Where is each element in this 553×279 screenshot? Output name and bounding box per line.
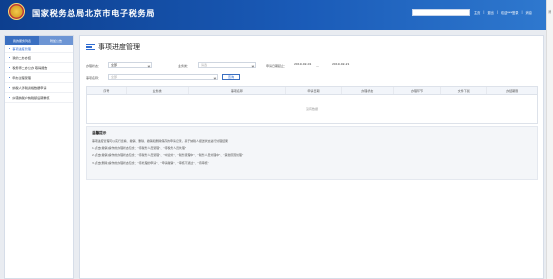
status-label: 办理状态： — [86, 63, 102, 68]
status-select[interactable]: 全部 — [108, 62, 152, 68]
table-body: 没有数据 — [87, 95, 537, 123]
status-value: 全部 — [111, 63, 118, 67]
tip-line: 1.点击[撤销]操作的办理状态包含："待税务人员受理"、"待税务人员处理" — [92, 146, 187, 151]
sidebar-item-label: 纳税人涉税资格数据申请 — [12, 86, 47, 90]
list-icon — [86, 43, 95, 51]
sidebar-item-label: 我的二办办结 — [12, 56, 31, 60]
sidebar-item-acceptance[interactable]: 申办过程受理 — [5, 73, 73, 83]
bullet-icon — [9, 86, 11, 89]
item-name-select[interactable]: 全部 — [108, 74, 218, 80]
progress-table: 序号 业务类 事项名称 申请日期 办理状态 办理环节 文件下载 办结期限 没有数… — [86, 86, 538, 124]
chevron-down-icon — [251, 64, 254, 67]
date-to-input[interactable]: 2019-02-21 — [330, 62, 376, 68]
messages-link[interactable]: 消息 — [526, 10, 532, 15]
top-links: 主页 | 退出 | 欢迎***登录 | 消息 — [474, 10, 532, 15]
business-select[interactable]: 请选 — [198, 62, 256, 68]
date-range-label: 申请日期起止： — [266, 63, 288, 68]
sidebar-item-recheck[interactable]: 纠错纳税户纳税额后期重核 — [5, 93, 73, 103]
user-welcome[interactable]: 欢迎***登录 — [501, 10, 519, 15]
page-title: 事项进度管理 — [98, 43, 140, 51]
link-separator: | — [483, 10, 485, 14]
tip-line: 事项进度管理可以实行查看、撤销、删除、撤销和删除保存的申请记录，基于纳税人报送状… — [92, 139, 228, 143]
item-name-placeholder: 全部 — [111, 75, 118, 79]
column-header: 事项名称 — [189, 87, 287, 94]
main-panel: 事项进度管理 办理状态： 全部 业务类： 请选 申请日期起止： 2019-02-… — [79, 35, 544, 279]
sidebar-item-completed[interactable]: 我的二办办结 — [5, 53, 73, 63]
tax-emblem-logo — [8, 3, 25, 20]
column-header: 申请日期 — [286, 87, 342, 94]
bullet-icon — [9, 76, 11, 79]
date-separator: — — [316, 63, 319, 68]
item-name-label: 事项名称： — [86, 75, 102, 80]
column-header: 办结期限 — [506, 88, 519, 93]
sidebar-item-label: 纠错纳税户纳税额后期重核 — [12, 96, 50, 100]
right-side-strip: 消 — [546, 0, 553, 279]
column-header: 文件下载 — [441, 87, 488, 94]
bullet-icon — [9, 96, 11, 99]
tips-box: 温馨提示 事项进度管理可以实行查看、撤销、删除、撤销和删除保存的申请记录，基于纳… — [86, 126, 538, 180]
empty-state-text: 没有数据 — [305, 107, 318, 111]
table-header: 序号 业务类 事项名称 申请日期 办理状态 办理环节 文件下载 办结期限 — [87, 87, 537, 95]
column-header: 序号 — [87, 87, 127, 94]
tab-my-services[interactable]: 我的服务列表 — [5, 36, 39, 45]
sidebar-item-qualification[interactable]: 纳税人涉税资格数据申请 — [5, 83, 73, 93]
bullet-icon — [9, 56, 11, 59]
tip-line: 3.点击[删除]操作的办理状态包含："待处理的申请"、"申请撤销"、"审核不通过… — [92, 160, 209, 165]
sidebar: 我的服务列表 附加公告 事项进度管理 我的二办办结 税务师二办公办 取得报告 申… — [4, 35, 74, 279]
bullet-icon — [9, 66, 11, 69]
top-header: 国家税务总局北京市电子税务局 主页 | 退出 | 欢迎***登录 | 消息 — [0, 0, 553, 30]
page-heading: 事项进度管理 — [86, 42, 140, 52]
link-separator: | — [496, 10, 498, 14]
logout-link[interactable]: 退出 — [487, 10, 493, 15]
business-label: 业务类： — [178, 63, 191, 68]
column-header: 办理状态 — [342, 87, 394, 94]
bullet-icon — [9, 47, 11, 50]
tab-notices[interactable]: 附加公告 — [39, 36, 73, 45]
sidebar-item-label: 事项进度管理 — [12, 47, 31, 51]
filter-panel: 办理状态： 全部 业务类： 请选 申请日期起止： 2019-02-01 — 20… — [86, 62, 536, 86]
sidebar-tabs: 我的服务列表 附加公告 — [5, 36, 73, 45]
chevron-down-icon — [213, 76, 216, 79]
chevron-down-icon — [147, 64, 150, 67]
column-header: 业务类 — [127, 87, 189, 94]
search-input[interactable] — [412, 9, 470, 16]
site-title: 国家税务总局北京市电子税务局 — [32, 8, 156, 18]
home-link[interactable]: 主页 — [474, 10, 480, 15]
filter-row: 办理状态： 全部 业务类： 请选 申请日期起止： 2019-02-01 — 20… — [86, 62, 536, 70]
sidebar-item-label: 税务师二办公办 取得报告 — [12, 66, 48, 70]
business-placeholder: 请选 — [201, 63, 208, 67]
sidebar-item-agency-reports[interactable]: 税务师二办公办 取得报告 — [5, 63, 73, 73]
link-separator: | — [521, 10, 523, 14]
tips-title: 温馨提示 — [92, 131, 107, 135]
tip-line: 2.点击[撤销]操作的办理状态包含："待税务人员受理"、"中途处"、"税务受理中… — [92, 153, 244, 158]
column-header: 办理环节 — [394, 87, 442, 94]
right-strip-label[interactable]: 消 — [548, 9, 551, 14]
query-button[interactable]: 查询 — [222, 74, 240, 80]
sidebar-item-label: 申办过程受理 — [12, 76, 31, 80]
filter-row: 事项名称： 全部 查询 — [86, 74, 536, 82]
sidebar-item-progress[interactable]: 事项进度管理 — [5, 45, 73, 53]
